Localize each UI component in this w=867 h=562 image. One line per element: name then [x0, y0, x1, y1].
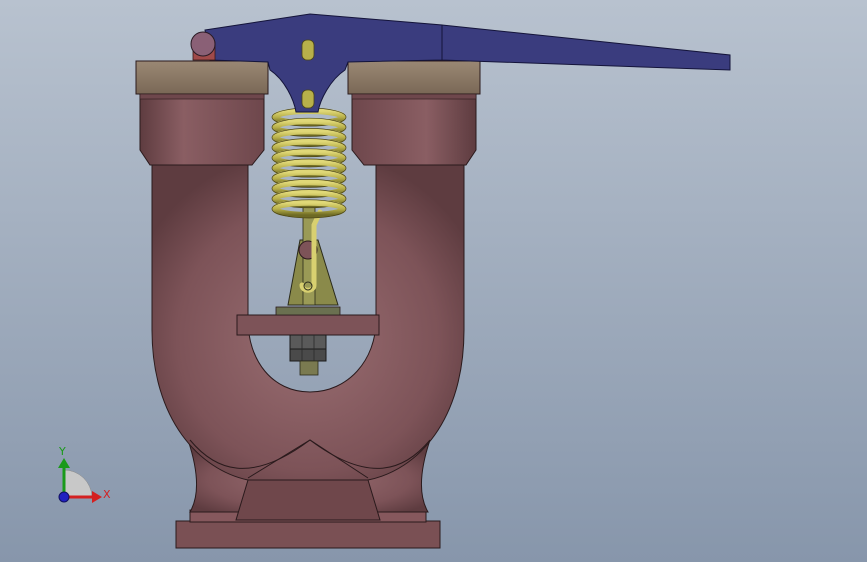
disc-seat [275, 306, 341, 316]
right-flange-lip [351, 93, 477, 100]
stem-end [299, 360, 319, 376]
lever-pin-upper [301, 39, 315, 61]
cad-viewport[interactable]: Y X [0, 0, 867, 562]
lever-pin-lower [301, 89, 315, 109]
hinge-pin[interactable] [190, 31, 216, 57]
z-axis-dot [58, 491, 70, 503]
stem-nut-lower[interactable] [289, 348, 327, 362]
x-axis-label: X [103, 488, 111, 501]
y-axis-label: Y [58, 445, 66, 458]
right-top-flange[interactable] [347, 60, 481, 95]
base-flange[interactable] [175, 520, 441, 549]
left-top-flange[interactable] [135, 60, 269, 95]
stem-nut-upper[interactable] [289, 334, 327, 350]
right-leg-upper [351, 91, 477, 166]
viewport-canvas[interactable]: Y X [0, 0, 867, 562]
disc-plate[interactable] [236, 314, 380, 336]
lower-neck-inner [235, 479, 381, 521]
left-leg-upper [139, 91, 265, 166]
left-flange-lip [139, 93, 265, 100]
compression-spring[interactable] [271, 107, 347, 219]
